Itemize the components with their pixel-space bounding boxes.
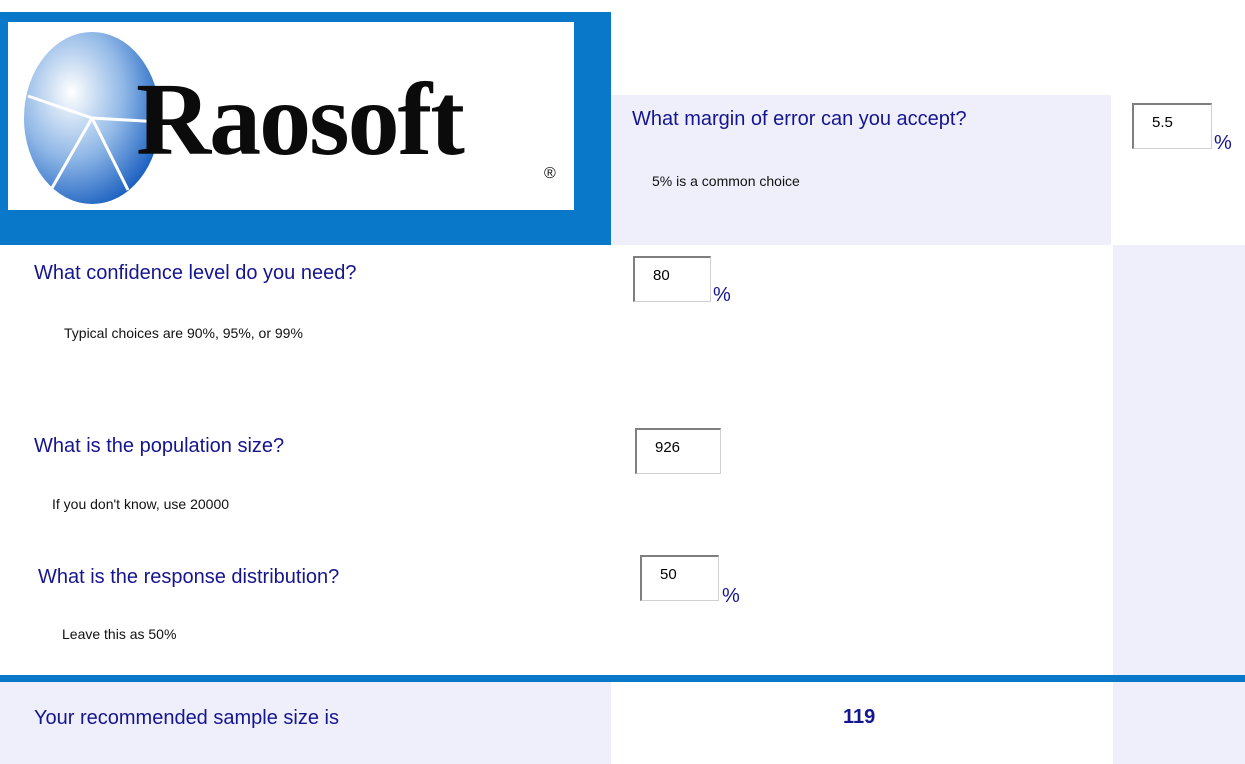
registered-mark: ® [544, 165, 556, 182]
response-distribution-input[interactable]: 50 [640, 555, 719, 601]
population-size-hint: If you don't know, use 20000 [52, 496, 230, 512]
response-distribution-unit: % [722, 585, 740, 607]
margin-of-error-hint: 5% is a common choice [652, 173, 800, 189]
result-right-panel [1113, 682, 1245, 764]
confidence-level-unit: % [713, 284, 731, 306]
confidence-level-question: What confidence level do you need? [34, 262, 357, 284]
confidence-level-input[interactable]: 80 [633, 256, 711, 302]
margin-of-error-unit: % [1214, 132, 1232, 154]
result-label: Your recommended sample size is [34, 707, 339, 729]
recommended-sample-size: 119 [843, 706, 876, 728]
confidence-level-hint: Typical choices are 90%, 95%, or 99% [64, 325, 303, 341]
margin-of-error-question: What margin of error can you accept? [632, 108, 967, 130]
response-distribution-hint: Leave this as 50% [62, 626, 177, 642]
population-size-question: What is the population size? [34, 435, 285, 457]
population-size-input[interactable]: 926 [635, 428, 721, 474]
logo-wordmark: Raosoft [136, 62, 465, 177]
response-distribution-question: What is the response distribution? [38, 566, 340, 588]
margin-of-error-input[interactable]: 5.5 [1132, 103, 1212, 149]
right-column-panel [1113, 245, 1245, 675]
result-divider [0, 675, 1245, 682]
raosoft-logo: Raosoft ® [8, 22, 574, 210]
